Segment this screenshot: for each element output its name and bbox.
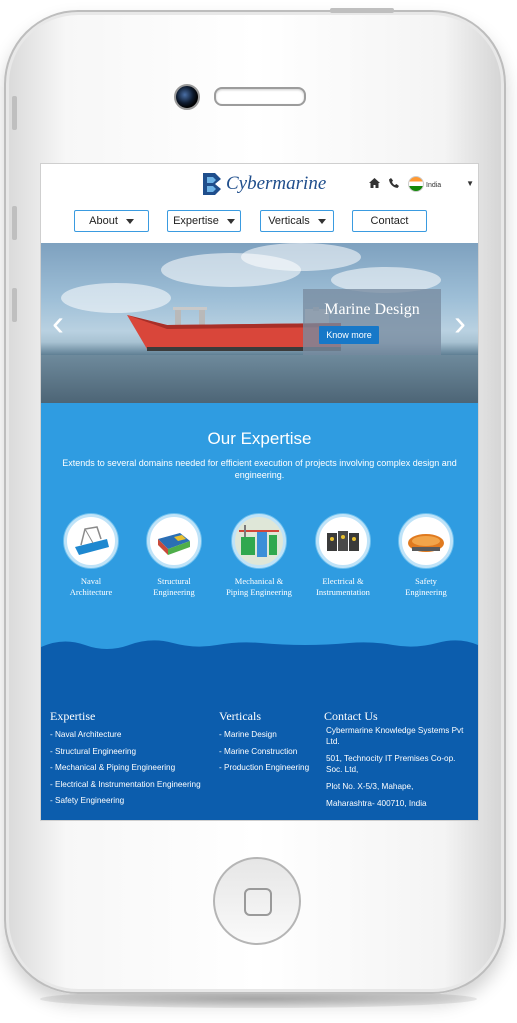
footer-link[interactable]: - Mechanical & Piping Engineering [50, 760, 201, 777]
contact-address-line: 501, Technocity IT Premises Co-op. Soc. … [326, 754, 456, 774]
nav-contact-label: Contact [370, 215, 409, 227]
site-logo[interactable]: Cybermarine [201, 170, 326, 198]
nav-about-label: About [89, 215, 118, 227]
expertise-label: Safety Engineering [405, 576, 447, 597]
footer-expertise-list: - Naval Architecture - Structural Engine… [50, 727, 201, 810]
dropdown-caret-icon [317, 218, 326, 224]
footer-link[interactable]: - Marine Design [219, 727, 309, 744]
contact-address-line: Plot No. X-5/3, Mahape, [326, 782, 414, 791]
dropdown-caret-icon [226, 218, 235, 224]
front-camera [174, 84, 200, 110]
slider-prev-arrow-icon[interactable]: ‹ [43, 303, 73, 343]
structural-engineering-icon [147, 514, 201, 568]
hero-title: Marine Design [324, 301, 420, 318]
logo-text: Cybermarine [226, 173, 327, 194]
wave-divider [41, 640, 478, 657]
footer-link[interactable]: - Safety Engineering [50, 793, 201, 810]
chevron-down-icon[interactable]: ▼ [466, 179, 474, 188]
earpiece-speaker [214, 87, 306, 106]
footer-link[interactable]: - Structural Engineering [50, 744, 201, 761]
home-button-square-icon [244, 888, 272, 916]
expertise-naval-architecture[interactable]: Naval Architecture [51, 514, 131, 598]
contact-company: Cybermarine Knowledge Systems Pvt Ltd. [326, 726, 464, 746]
mechanical-piping-icon [232, 514, 286, 568]
slider-next-arrow-icon[interactable]: › [445, 303, 475, 343]
expertise-subtitle: Extends to several domains needed for ef… [62, 458, 457, 480]
main-nav: About Expertise Verticals Contact [41, 210, 478, 236]
sea [41, 355, 478, 403]
hero-caption-panel: Marine Design Know more [303, 289, 441, 355]
naval-architecture-icon [64, 514, 118, 568]
electrical-instrumentation-icon [316, 514, 370, 568]
expertise-label: Naval Architecture [69, 576, 113, 597]
footer-contact-title: Contact Us [324, 709, 378, 723]
nav-expertise[interactable]: Expertise [167, 210, 241, 232]
contact-address-line: Maharashtra- 400710, India [326, 799, 427, 808]
footer-contact-details: Cybermarine Knowledge Systems Pvt Ltd. 5… [326, 725, 466, 815]
nav-verticals[interactable]: Verticals [260, 210, 334, 232]
footer-link[interactable]: - Electrical & Instrumentation Engineeri… [50, 777, 201, 794]
expertise-title: Our Expertise [207, 429, 312, 448]
phone-icon[interactable] [389, 177, 399, 191]
safety-engineering-icon [399, 514, 453, 568]
know-more-button[interactable]: Know more [319, 326, 379, 344]
footer-expertise-title: Expertise [50, 709, 96, 723]
flag-icon [408, 176, 424, 192]
home-icon[interactable] [369, 177, 380, 191]
expertise-label: Electrical & Instrumentation [316, 576, 370, 597]
expertise-mechanical-piping[interactable]: Mechanical & Piping Engineering [219, 514, 299, 598]
volume-up-button [12, 206, 17, 240]
footer-link[interactable]: - Naval Architecture [50, 727, 201, 744]
nav-about[interactable]: About [74, 210, 149, 232]
footer-verticals-list: - Marine Design - Marine Construction - … [219, 727, 309, 777]
site-header: Cybermarine India ▼ [41, 164, 478, 208]
nav-verticals-label: Verticals [268, 215, 310, 227]
nav-expertise-label: Expertise [173, 215, 219, 227]
phone-screen: Cybermarine India ▼ About Expertise Vert… [40, 163, 479, 821]
expertise-safety-engineering[interactable]: Safety Engineering [386, 514, 466, 598]
logo-mark-icon [201, 171, 225, 197]
cloud [241, 243, 361, 271]
expertise-label: Mechanical & Piping Engineering [226, 576, 292, 597]
header-icons: India [369, 176, 441, 192]
nav-contact[interactable]: Contact [352, 210, 427, 232]
footer-verticals-title: Verticals [219, 709, 261, 723]
expertise-section: Our Expertise Extends to several domains… [41, 403, 478, 657]
expertise-electrical-instrumentation[interactable]: Electrical & Instrumentation [303, 514, 383, 598]
expertise-structural-engineering[interactable]: Structural Engineering [134, 514, 214, 598]
country-selector[interactable]: India [408, 176, 441, 192]
footer-link[interactable]: - Production Engineering [219, 760, 309, 777]
country-label: India [426, 181, 442, 189]
power-button [330, 8, 394, 13]
dropdown-caret-icon [125, 218, 134, 224]
home-button[interactable] [213, 857, 301, 945]
hero-slider: ‹ › Marine Design Know more [41, 243, 478, 403]
expertise-label: Structural Engineering [153, 576, 195, 597]
mute-switch [12, 96, 17, 130]
volume-down-button [12, 288, 17, 322]
site-footer: Expertise - Naval Architecture - Structu… [41, 657, 478, 820]
footer-link[interactable]: - Marine Construction [219, 744, 309, 761]
